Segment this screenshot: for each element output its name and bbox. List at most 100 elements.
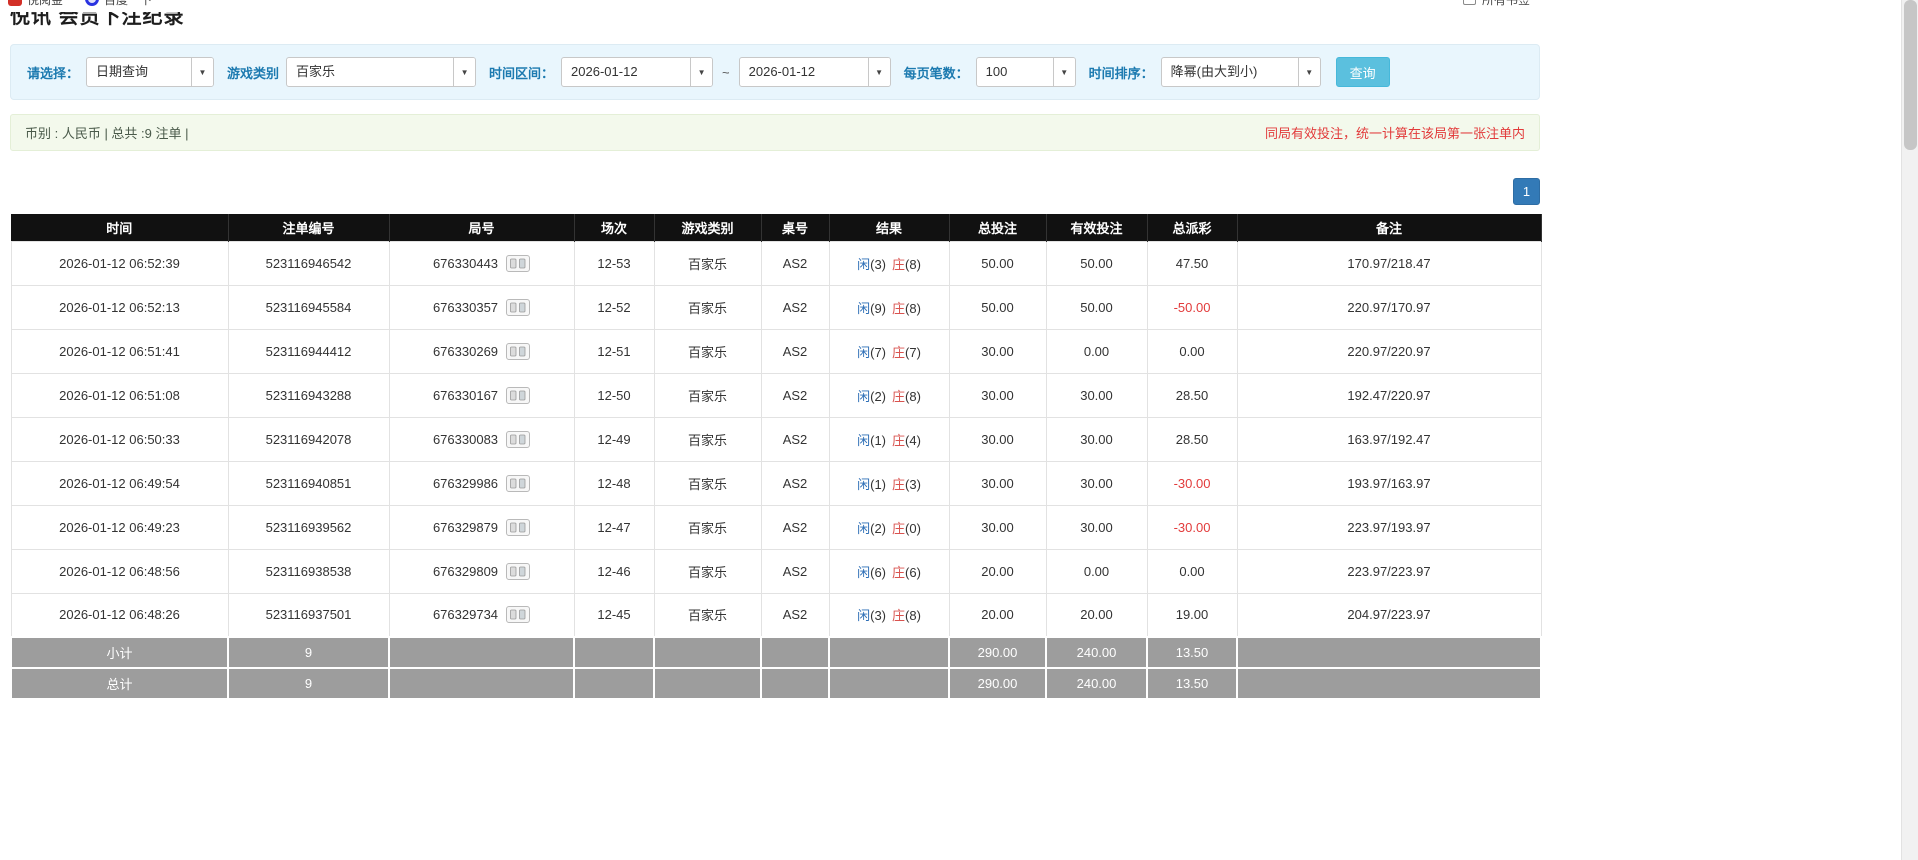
cell-empty [573, 636, 655, 669]
cell-result: 闲(2) 庄(0) [828, 504, 950, 550]
result-banker-score: (3) [905, 476, 921, 492]
subtotal-label: 小计 [10, 636, 229, 669]
subtotal-total-bet: 290.00 [948, 636, 1047, 669]
date-to-select[interactable]: 2026-01-12 ▼ [738, 57, 891, 87]
bookmark-item-baidu[interactable]: 百度一下 [85, 0, 152, 8]
page-1-button[interactable]: 1 [1513, 178, 1540, 205]
round-number: 676330167 [432, 387, 499, 403]
result-banker-label: 庄 [892, 300, 906, 316]
cell-game-type: 百家乐 [653, 504, 762, 550]
result-player-score: (9) [870, 300, 886, 316]
cell-note: 170.97/218.47 [1236, 240, 1542, 286]
grand-total-label: 总计 [10, 667, 229, 700]
cell-time: 2026-01-12 06:51:41 [10, 328, 229, 374]
result-banker-score: (8) [905, 300, 921, 316]
game-type-label: 游戏类别 [227, 65, 280, 81]
cell-total-bet-link[interactable]: 50.00 [948, 284, 1047, 330]
query-type-select[interactable]: 日期查询 ▼ [86, 57, 215, 87]
cell-round-number: 676329734 [388, 592, 575, 638]
replay-cards-icon[interactable] [506, 386, 531, 404]
cell-total-bet-link[interactable]: 30.00 [948, 416, 1047, 462]
replay-cards-icon[interactable] [506, 606, 531, 624]
column-header: 场次 [574, 214, 655, 241]
column-header: 总派彩 [1147, 214, 1238, 241]
replay-cards-icon[interactable] [506, 518, 531, 536]
cell-total-bet-link[interactable]: 30.00 [948, 504, 1047, 550]
search-button[interactable]: 查询 [1335, 57, 1390, 87]
time-sort-select[interactable]: 降幂(由大到小) ▼ [1160, 57, 1321, 87]
cell-session: 12-45 [573, 592, 655, 638]
cell-game-type: 百家乐 [653, 592, 762, 638]
replay-cards-icon[interactable] [506, 562, 531, 580]
cell-total-bet-link[interactable]: 20.00 [948, 548, 1047, 594]
page-size-label: 每页笔数： [903, 65, 969, 81]
cell-empty [388, 636, 575, 669]
chevron-down-icon[interactable]: ▼ [690, 58, 713, 86]
table-row: 2026-01-12 06:52:13 523116945584 6763303… [10, 284, 1542, 330]
subtotal-valid-bet: 240.00 [1045, 636, 1148, 669]
result-banker-label: 庄 [892, 476, 906, 492]
cell-total-bet-link[interactable]: 30.00 [948, 328, 1047, 374]
subtotal-count: 9 [227, 636, 390, 669]
table-row: 2026-01-12 06:49:54 523116940851 6763299… [10, 460, 1542, 506]
chevron-down-icon[interactable]: ▼ [453, 58, 476, 86]
cell-session: 12-48 [573, 460, 655, 506]
scrollbar-thumb[interactable] [1904, 0, 1917, 150]
cell-table-number: AS2 [760, 240, 830, 286]
all-bookmarks-button[interactable]: 所有书签 [1462, 0, 1530, 8]
round-number: 676330269 [432, 343, 499, 359]
cell-payout: -50.00 [1146, 284, 1238, 330]
cell-valid-bet: 30.00 [1045, 504, 1148, 550]
result-banker-score: (0) [905, 520, 921, 536]
game-type-select[interactable]: 百家乐 ▼ [286, 57, 477, 87]
replay-cards-icon[interactable] [506, 298, 531, 316]
replay-cards-icon[interactable] [506, 254, 531, 272]
cell-result: 闲(1) 庄(4) [828, 416, 950, 462]
chevron-down-icon[interactable]: ▼ [867, 58, 890, 86]
cell-total-bet-link[interactable]: 50.00 [948, 240, 1047, 286]
cell-total-bet-link[interactable]: 30.00 [948, 460, 1047, 506]
game-type-value: 百家乐 [296, 64, 336, 79]
chevron-down-icon[interactable]: ▼ [1052, 58, 1075, 86]
result-player-label: 闲 [857, 388, 871, 404]
result-player-score: (1) [870, 476, 886, 492]
cell-result: 闲(7) 庄(7) [828, 328, 950, 374]
vertical-scrollbar[interactable] [1901, 0, 1918, 860]
cell-valid-bet: 30.00 [1045, 416, 1148, 462]
chevron-down-icon[interactable]: ▼ [1297, 58, 1320, 86]
cell-bet-number: 523116940851 [227, 460, 390, 506]
bet-records-table: 时间 注单编号 局号 场次 游戏类别 桌号 结果 总投注 有效投注 总派彩 备注 2026-01-1… [10, 214, 1542, 700]
cell-game-type: 百家乐 [653, 328, 762, 374]
replay-cards-icon[interactable] [506, 342, 531, 360]
round-number: 676330443 [432, 255, 499, 271]
cell-time: 2026-01-12 06:49:23 [10, 504, 229, 550]
cell-result: 闲(3) 庄(8) [828, 240, 950, 286]
cell-table-number: AS2 [760, 416, 830, 462]
column-header: 局号 [389, 214, 575, 241]
page-size-select[interactable]: 100 ▼ [975, 57, 1076, 87]
page-title: 悦讯 会员下注纪录 [10, 12, 185, 28]
table-row: 2026-01-12 06:51:08 523116943288 6763301… [10, 372, 1542, 418]
bookmark-item[interactable]: 悦阅金 [8, 0, 63, 8]
cell-empty [760, 636, 830, 669]
replay-cards-icon[interactable] [506, 430, 531, 448]
round-number: 676329809 [432, 563, 499, 579]
cell-session: 12-52 [573, 284, 655, 330]
column-header: 注单编号 [228, 214, 390, 241]
cell-result: 闲(2) 庄(8) [828, 372, 950, 418]
result-banker-score: (8) [905, 256, 921, 272]
cell-table-number: AS2 [760, 284, 830, 330]
cell-bet-number: 523116938538 [227, 548, 390, 594]
cell-total-bet-link[interactable]: 30.00 [948, 372, 1047, 418]
date-from-select[interactable]: 2026-01-12 ▼ [561, 57, 714, 87]
result-player-score: (6) [870, 564, 886, 580]
cell-valid-bet: 0.00 [1045, 328, 1148, 374]
cell-total-bet-link[interactable]: 20.00 [948, 592, 1047, 638]
cell-bet-number: 523116943288 [227, 372, 390, 418]
result-player-label: 闲 [857, 300, 871, 316]
chevron-down-icon[interactable]: ▼ [191, 58, 214, 86]
result-player-label: 闲 [857, 476, 871, 492]
cell-note: 223.97/193.97 [1236, 504, 1542, 550]
replay-cards-icon[interactable] [506, 474, 531, 492]
cell-time: 2026-01-12 06:48:56 [10, 548, 229, 594]
